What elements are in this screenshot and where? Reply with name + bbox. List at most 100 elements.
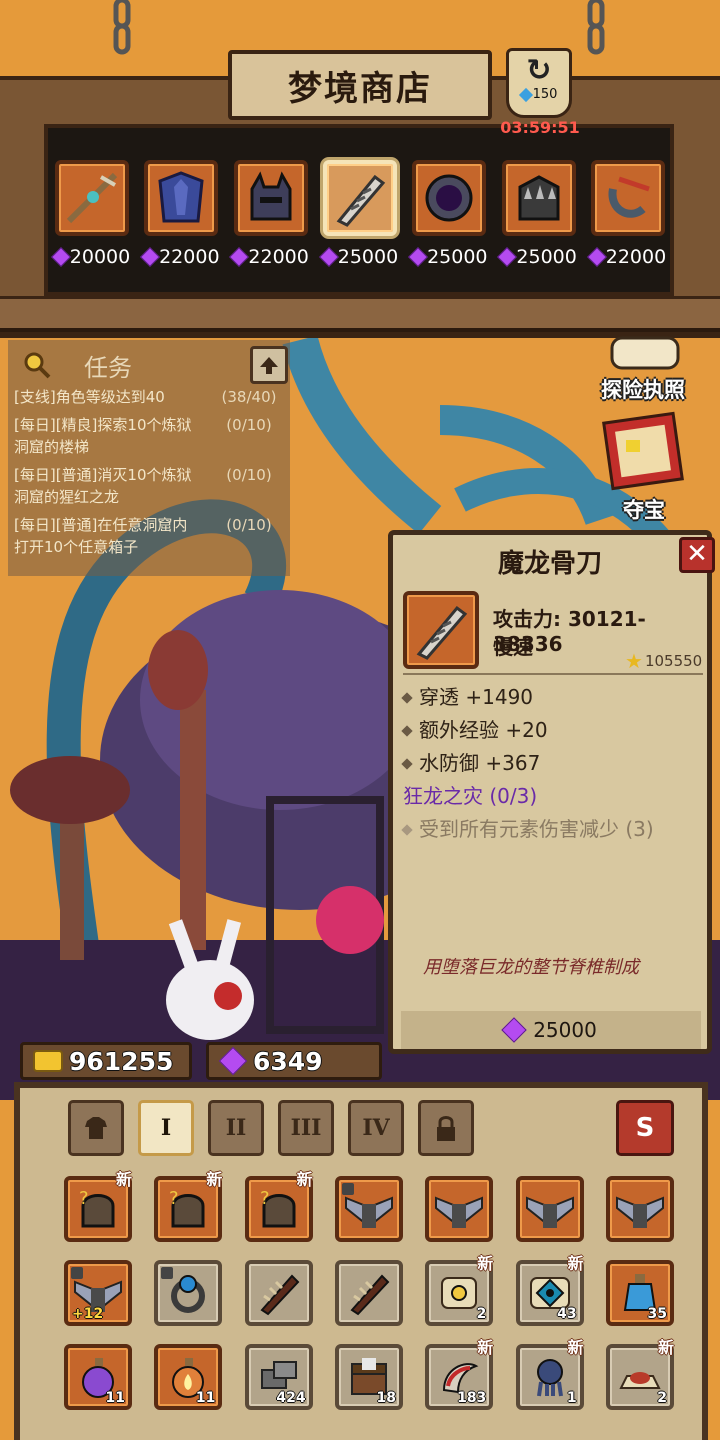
tab-label: I <box>160 1115 172 1141</box>
inventory-slot[interactable] <box>154 1260 223 1326</box>
inventory-slot[interactable]: 18 <box>334 1344 403 1410</box>
bullet-icon <box>401 823 413 836</box>
bullet-icon <box>401 691 413 704</box>
demon-helmet-icon <box>250 171 292 221</box>
shop-slot[interactable] <box>501 160 576 236</box>
item-rating: ★ 105550 <box>625 649 702 673</box>
quest-progress: (0/10) <box>226 416 272 434</box>
new-badge: 新 <box>296 1170 313 1189</box>
sell-button[interactable]: S <box>616 1100 674 1156</box>
inventory-slot[interactable]: 11 <box>154 1344 223 1410</box>
tab-label: II <box>225 1115 247 1141</box>
quest-progress: (38/40) <box>221 388 277 406</box>
inventory-slot[interactable]: +12 <box>64 1260 132 1326</box>
license-button[interactable]: 探险执照 <box>598 336 688 404</box>
price-value: 20000 <box>69 246 131 268</box>
search-icon[interactable] <box>22 350 52 384</box>
enhance-level: +12 <box>72 1306 104 1322</box>
item-count: 1 <box>566 1390 577 1406</box>
collapse-up-icon[interactable] <box>250 346 288 384</box>
treasure-map-icon <box>602 411 684 491</box>
inventory-slot[interactable]: 11 <box>64 1344 132 1410</box>
tab-equipment[interactable] <box>68 1100 124 1156</box>
shop-slot[interactable] <box>55 160 129 236</box>
quest-item[interactable]: [每日][精良]探索10个炼狱洞窟的楼梯 (0/10) <box>14 414 284 458</box>
tab-2[interactable]: II <box>208 1100 264 1156</box>
item-price-value: 25000 <box>533 1018 597 1042</box>
inventory-slot[interactable]: 1新 <box>515 1338 584 1410</box>
shop-slot[interactable] <box>590 160 665 236</box>
item-price[interactable]: 25000 <box>401 1011 701 1049</box>
inventory-slot[interactable]: ? 新 <box>154 1170 223 1242</box>
inventory-slot[interactable] <box>244 1260 313 1326</box>
inventory-row: +12 2新 43 新 35 <box>64 1254 674 1326</box>
spiked-club-icon <box>350 1274 390 1316</box>
stat-line: 额外经验 +20 <box>401 714 703 747</box>
refresh-button[interactable]: ↻ 150 <box>506 48 572 118</box>
inventory-slot[interactable] <box>334 1260 403 1326</box>
inventory-slot[interactable] <box>605 1176 674 1242</box>
lock-icon <box>161 1267 174 1279</box>
set-bonus-text: 受到所有元素伤害减少 (3) <box>419 817 654 841</box>
inventory-slot[interactable]: ? 新 <box>64 1170 132 1242</box>
bullet-icon <box>401 757 413 770</box>
price-value: 22000 <box>605 246 667 268</box>
quest-item[interactable]: [每日][普通]消灭10个炼狱洞窟的猩红之龙 (0/10) <box>14 464 284 508</box>
diamond-icon <box>518 87 533 102</box>
shop-item[interactable]: 25000 <box>407 160 491 280</box>
item-name: 魔龙骨刀 <box>497 549 602 579</box>
price-value: 22000 <box>159 246 220 268</box>
quest-item[interactable]: [支线]角色等级达到40 (38/40) <box>14 386 284 408</box>
item-rating-value: 105550 <box>644 652 703 670</box>
inventory-slot[interactable]: 35 <box>605 1260 674 1326</box>
inventory-slot[interactable]: 2新 <box>605 1338 674 1410</box>
inventory-slot[interactable] <box>425 1176 494 1242</box>
tab-3[interactable]: III <box>278 1100 334 1156</box>
svg-text:?: ? <box>260 1188 270 1209</box>
shop-item[interactable]: 25000 <box>318 160 402 280</box>
shop-price: 22000 <box>586 246 667 268</box>
inventory-slot[interactable]: 424 <box>244 1344 313 1410</box>
gold-value: 961255 <box>69 1046 174 1076</box>
shop-slot[interactable] <box>412 160 487 236</box>
bone-blade-icon <box>416 605 468 660</box>
item-count: 2 <box>476 1306 487 1322</box>
shop-item[interactable]: 20000 <box>50 160 134 280</box>
spiked-club-icon <box>260 1274 300 1316</box>
shop-items: 20000 22000 22000 25000 25000 25000 2200… <box>50 160 670 280</box>
shop-item[interactable]: 25000 <box>497 160 581 280</box>
inventory-slot[interactable]: 2新 <box>425 1254 494 1326</box>
divider <box>403 673 703 675</box>
shop-price: 22000 <box>140 246 220 268</box>
tab-4[interactable]: IV <box>348 1100 404 1156</box>
shop-item[interactable]: 22000 <box>586 160 670 280</box>
treasure-button[interactable]: 夺宝 <box>598 410 690 524</box>
inventory-row: ? 新 ? 新 ? 新 <box>64 1170 674 1242</box>
inventory-slot[interactable]: 183 新 <box>425 1338 494 1410</box>
shop-price: 20000 <box>50 246 131 268</box>
tab-locked[interactable] <box>418 1100 474 1156</box>
item-count: 183 <box>457 1390 487 1406</box>
quest-panel: 任务 [支线]角色等级达到40 (38/40) [每日][精良]探索10个炼狱洞… <box>8 340 290 576</box>
close-icon[interactable]: ✕ <box>679 537 715 573</box>
gold-counter: 961255 <box>20 1042 192 1080</box>
tab-1[interactable]: I <box>138 1100 194 1156</box>
shop-slot-selected[interactable] <box>322 160 397 236</box>
shop-item[interactable]: 22000 <box>229 160 313 280</box>
inventory-slot[interactable] <box>515 1176 584 1242</box>
shop-item[interactable]: 22000 <box>139 160 223 280</box>
inventory-slot[interactable]: ? 新 <box>244 1170 313 1242</box>
shop-shelf <box>0 296 720 332</box>
right-chain <box>582 0 610 70</box>
hook-icon <box>608 176 650 218</box>
quest-item[interactable]: [每日][普通]在任意洞窟内打开10个任意箱子 (0/10) <box>14 514 284 558</box>
bullet-icon <box>401 724 413 737</box>
quest-title: 任务 <box>84 354 132 382</box>
inventory-slot[interactable] <box>334 1176 403 1242</box>
gem-icon <box>218 1046 248 1076</box>
inventory-slot[interactable]: 43 新 <box>515 1254 584 1326</box>
shop-slot[interactable] <box>233 160 308 236</box>
shop-slot[interactable] <box>144 160 219 236</box>
left-chain <box>108 0 136 70</box>
winged-armor-icon <box>435 1196 484 1228</box>
